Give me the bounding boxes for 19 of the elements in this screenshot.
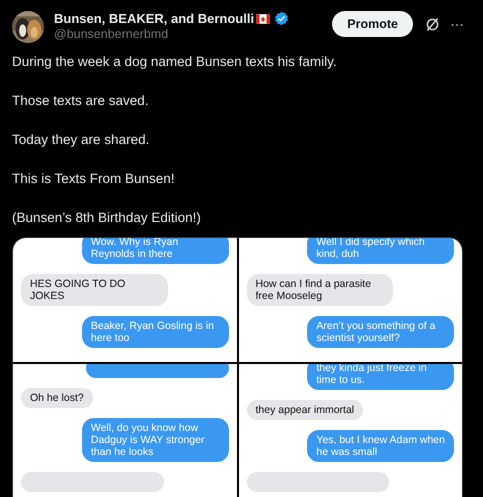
- post-text: This is Texts From Bunsen!: [12, 171, 176, 187]
- canada-flag-icon: [256, 14, 270, 24]
- post-text: Those texts are saved.: [12, 93, 150, 109]
- author-name[interactable]: Bunsen, BEAKER, and Bernoulli: [54, 11, 254, 26]
- author-handle[interactable]: @bunsenbernerbmd: [54, 27, 332, 41]
- sent-message: Aren’t you something of a scientist yourself?: [307, 316, 454, 348]
- received-message: How can I find a parasite free Mooseleg: [246, 274, 394, 306]
- more-icon[interactable]: [451, 23, 463, 27]
- post-text: (Bunsen’s 8th Birthday Edition!): [12, 210, 202, 226]
- sent-message: Well, do you know how Dadguy is WAY stronger than he looks: [82, 418, 228, 462]
- received-message: HES GOING TO DO JOKES: [21, 274, 168, 306]
- sent-message: Beaker, Ryan Gosling is in here too: [82, 316, 228, 348]
- slashed-circle-icon[interactable]: [424, 16, 441, 33]
- sent-message: Yes, but I knew Adam when he was small: [307, 430, 454, 462]
- post-text: During the week a dog named Bunsen texts his family.: [12, 54, 338, 70]
- received-message: Oh he lost?: [21, 388, 93, 408]
- post-text: Today they are shared.: [12, 132, 150, 148]
- received-message: they appear immortal: [246, 400, 364, 420]
- promote-button[interactable]: Promote: [332, 11, 413, 37]
